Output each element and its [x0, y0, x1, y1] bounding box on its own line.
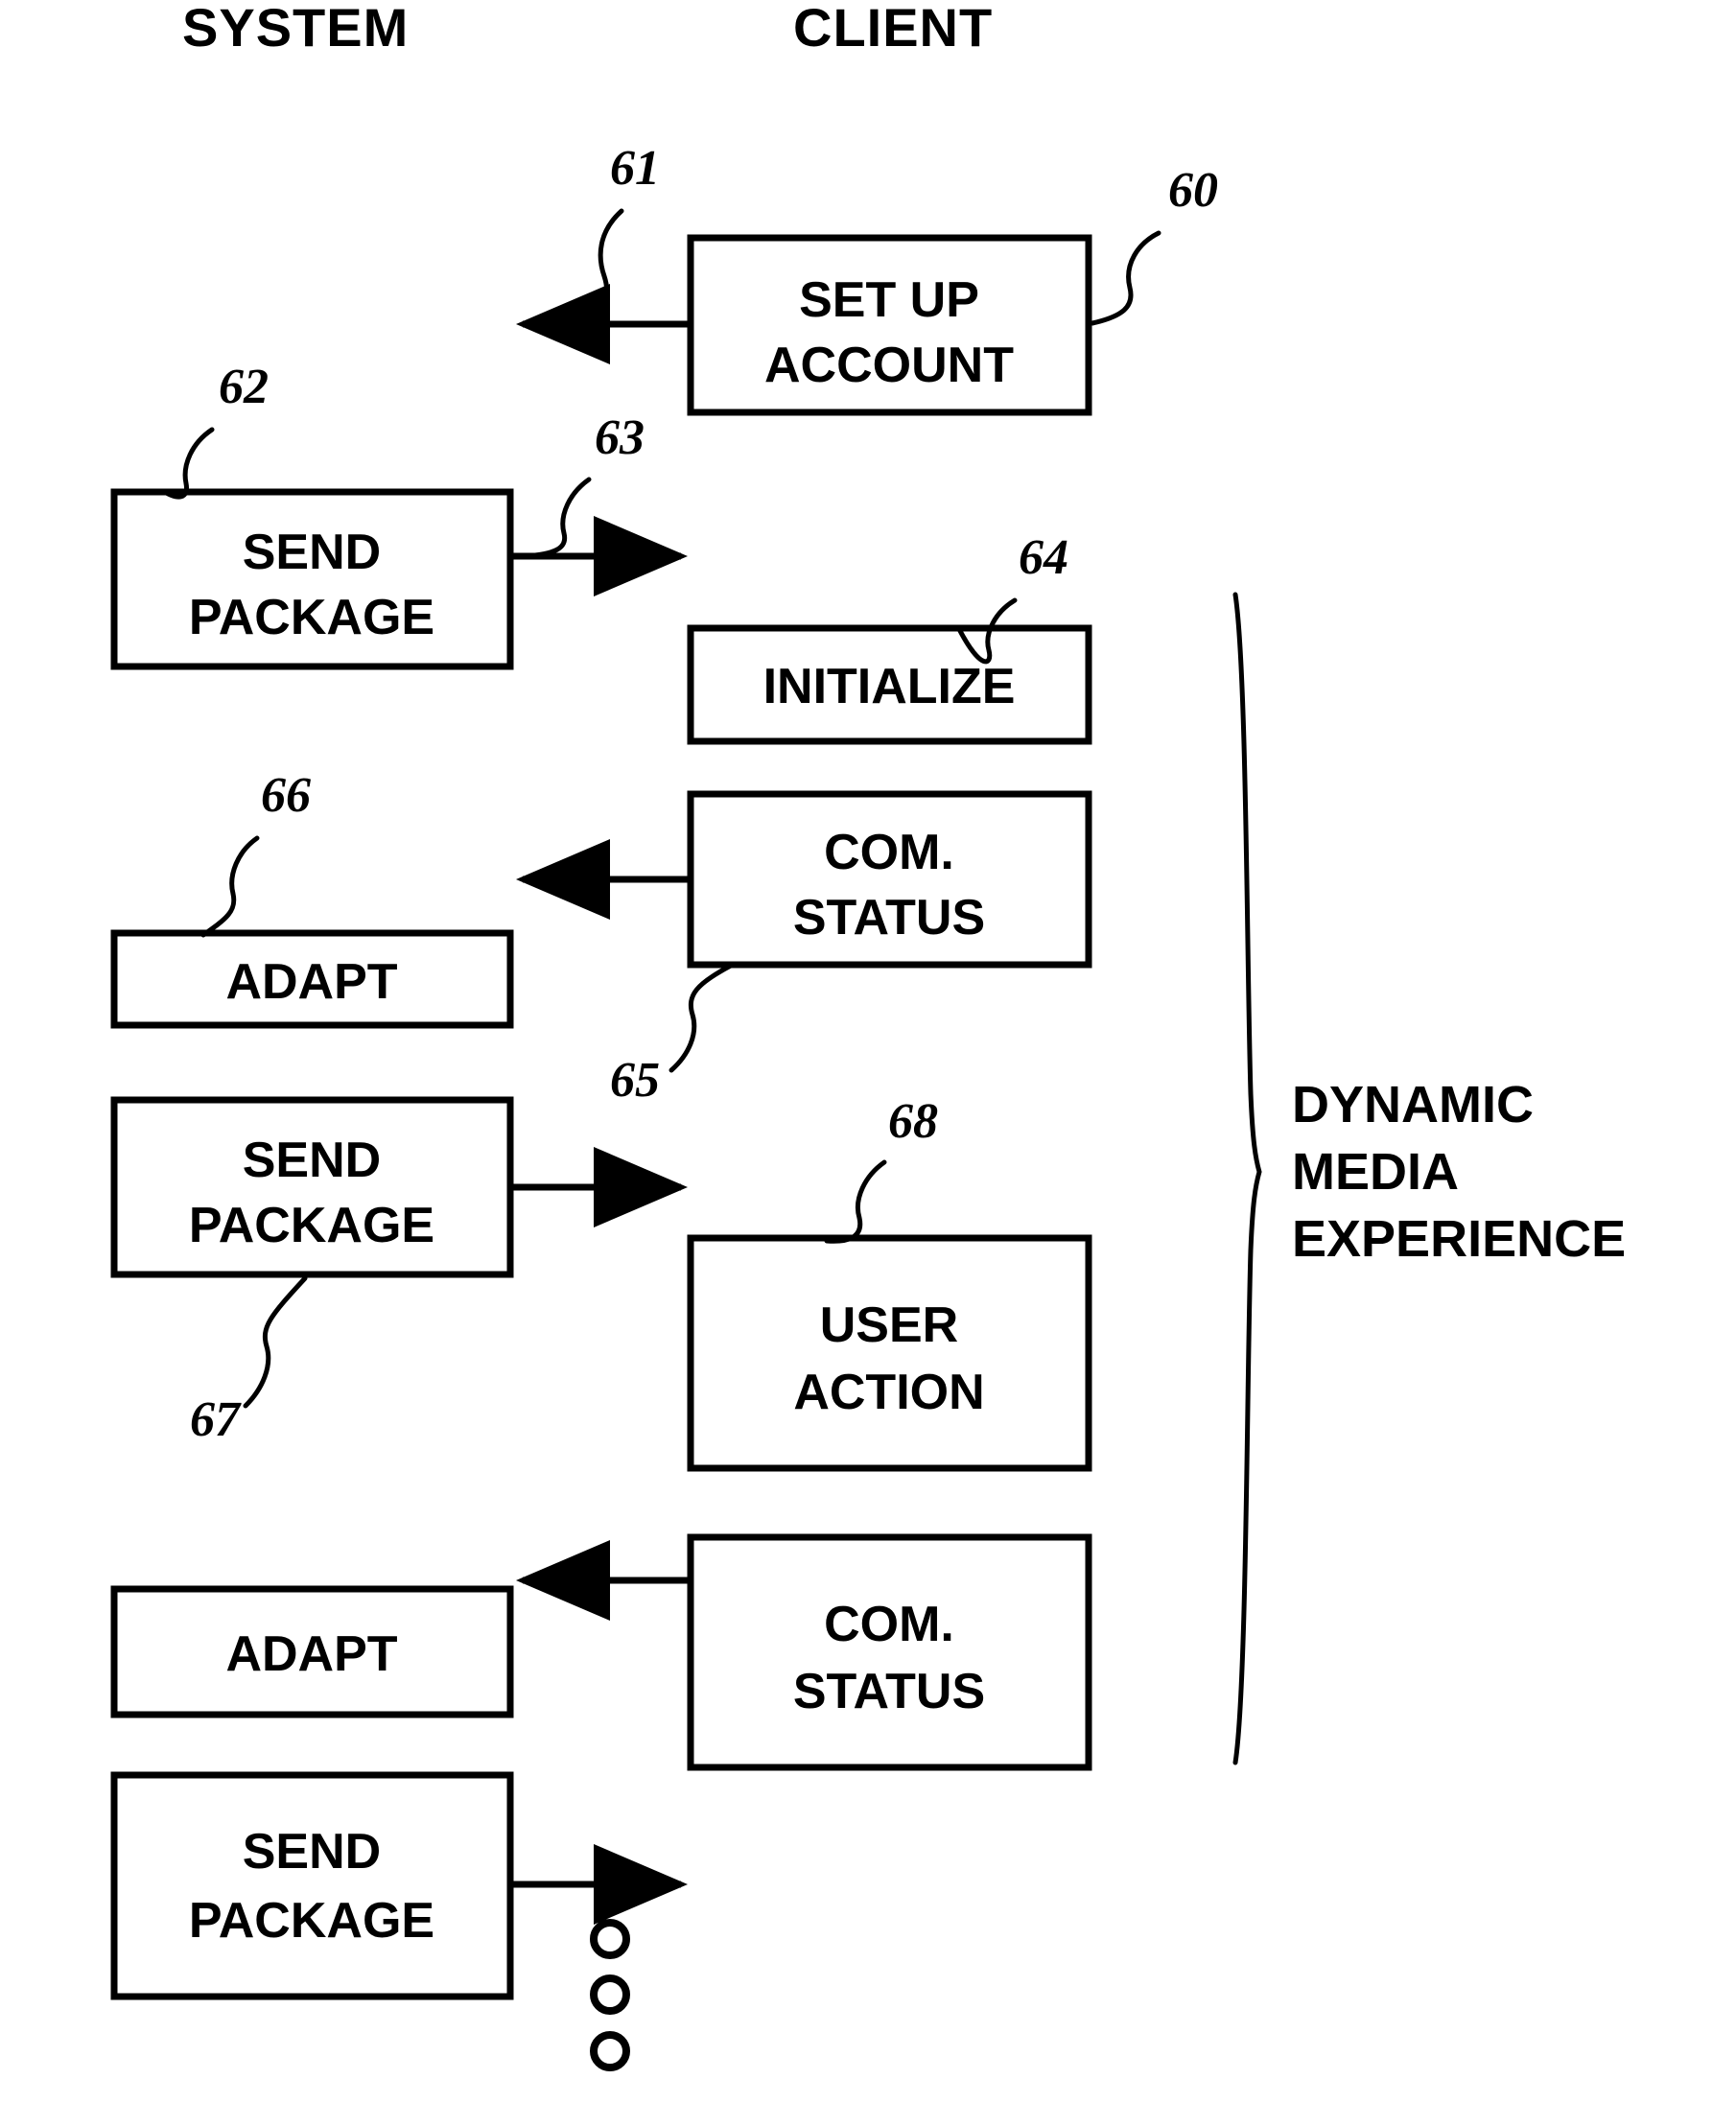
diagram-canvas: SYSTEM CLIENT SET UP ACCOUNT SEND PACKAG… [110, 0, 1626, 2071]
box-label-line-1: COM. [824, 825, 954, 880]
ref-numeral-64: 64 [1019, 530, 1068, 585]
column-heading-client: CLIENT [793, 0, 993, 58]
leader-line-65 [669, 963, 734, 1073]
box-label-line-1: SEND [243, 1133, 381, 1188]
box-com-status-2: COM. STATUS [687, 1533, 1092, 1771]
ref-numeral-62: 62 [219, 360, 269, 414]
box-set-up-account: SET UP ACCOUNT [687, 234, 1092, 416]
box-label-line-2: PACKAGE [189, 1198, 434, 1253]
box-label-line-1: USER [820, 1297, 958, 1353]
leader-line-61 [570, 208, 624, 330]
ref-numeral-61: 61 [610, 141, 660, 196]
leader-line-62 [160, 427, 215, 500]
continuation-dot-2 [590, 1974, 630, 2015]
ref-numeral-65: 65 [610, 1053, 660, 1108]
leader-line-63 [522, 477, 592, 559]
ref-numeral-60: 60 [1168, 163, 1218, 218]
box-adapt-2: ADAPT [110, 1585, 514, 1718]
leader-line-60 [1090, 230, 1161, 326]
ref-numeral-63: 63 [595, 410, 645, 465]
box-outline [687, 1234, 1092, 1472]
box-user-action: USER ACTION [687, 1234, 1092, 1472]
box-outline [110, 1771, 514, 2000]
bracket-label-line-2: MEDIA [1292, 1143, 1459, 1201]
ref-numeral-66: 66 [261, 768, 311, 823]
bracket-label-line-1: DYNAMIC [1292, 1076, 1534, 1133]
leader-line-67 [243, 1275, 308, 1409]
bracket-label-line-3: EXPERIENCE [1292, 1210, 1626, 1268]
box-label-line-1: INITIALIZE [763, 659, 1016, 714]
box-label-line-2: ACTION [793, 1365, 984, 1420]
box-label-line-2: PACKAGE [189, 590, 434, 645]
ref-numeral-68: 68 [888, 1094, 938, 1149]
box-label-line-1: SET UP [799, 272, 979, 328]
continuation-dot-3 [590, 2031, 630, 2071]
box-label-line-1: SEND [243, 1824, 381, 1880]
box-label-line-1: COM. [824, 1597, 954, 1652]
box-initialize: INITIALIZE [687, 624, 1092, 745]
box-send-package-1: SEND PACKAGE [110, 488, 514, 670]
box-label-line-1: ADAPT [225, 1626, 397, 1682]
ref-numeral-67: 67 [190, 1392, 242, 1447]
box-label-line-1: SEND [243, 525, 381, 580]
box-label-line-2: STATUS [793, 1664, 985, 1719]
box-label-line-1: ADAPT [225, 954, 397, 1010]
box-adapt-1: ADAPT [110, 929, 514, 1029]
dynamic-media-experience-brace [1232, 592, 1262, 1765]
box-send-package-3: SEND PACKAGE [110, 1771, 514, 2000]
leader-line-68 [824, 1159, 887, 1244]
box-outline [687, 1533, 1092, 1771]
box-label-line-2: ACCOUNT [764, 338, 1014, 393]
leader-line-66 [200, 835, 260, 938]
column-heading-system: SYSTEM [182, 0, 409, 58]
box-send-package-2: SEND PACKAGE [110, 1096, 514, 1278]
continuation-dot-1 [590, 1919, 630, 1959]
box-label-line-2: STATUS [793, 890, 985, 946]
box-label-line-2: PACKAGE [189, 1893, 434, 1949]
box-com-status-1: COM. STATUS [687, 790, 1092, 969]
patent-figure: SYSTEM CLIENT SET UP ACCOUNT SEND PACKAG… [0, 0, 1736, 2103]
